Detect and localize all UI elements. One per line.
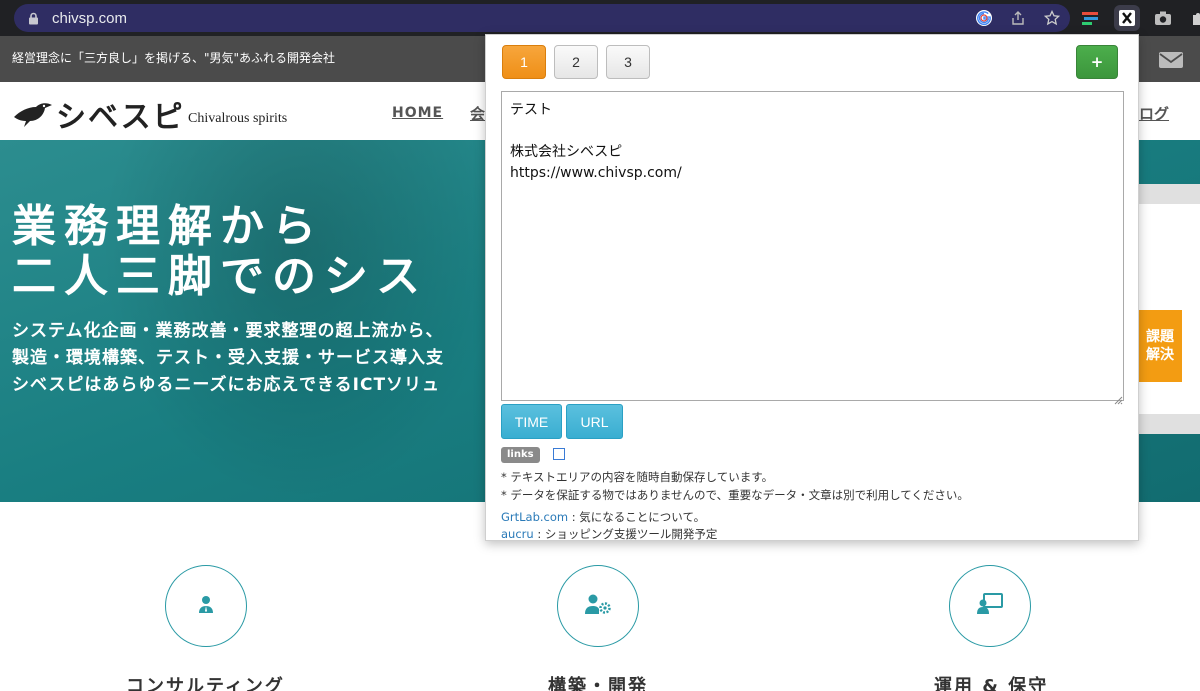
consulting-circle[interactable]: [165, 565, 247, 647]
nav-company[interactable]: 会: [470, 103, 485, 124]
logo-japanese[interactable]: シベスピ: [56, 92, 185, 136]
aucru-desc: : ショッピング支援ツール開発予定: [533, 527, 718, 541]
user-gear-icon: [584, 593, 612, 619]
tab-1[interactable]: 1: [502, 45, 546, 79]
autosave-note: * テキストエリアの内容を随時自動保存しています。: [501, 470, 774, 484]
nav-blog[interactable]: ログ: [1139, 103, 1169, 124]
aucru-link-line: aucru : ショッピング支援ツール開発予定: [501, 526, 717, 542]
url-text[interactable]: chivsp.com: [52, 10, 127, 27]
service-title-development: 構築・開発: [548, 676, 648, 691]
links-checkbox[interactable]: [553, 448, 565, 460]
resize-handle-icon[interactable]: [1113, 390, 1137, 539]
monitor-user-icon: [976, 593, 1004, 619]
mail-icon[interactable]: [1158, 50, 1184, 74]
insert-time-button[interactable]: TIME: [501, 404, 562, 439]
grtlab-link-line: GrtLab.com : 気になることについて。: [501, 509, 705, 525]
logo-english[interactable]: Chivalrous spirits: [188, 111, 287, 127]
star-icon[interactable]: [1042, 8, 1062, 28]
hero-title-line2: 二人三脚でのシス: [12, 251, 428, 302]
monitor-screen: [1136, 204, 1200, 414]
browser-toolbar: chivsp.com: [0, 0, 1200, 36]
memo-extension-popup: 1 2 3 + テスト 株式会社シベスピ https://www.chivsp.…: [485, 34, 1139, 541]
address-bar[interactable]: chivsp.com: [14, 4, 1070, 32]
service-title-consulting: コンサルティング: [126, 676, 285, 691]
memo-textarea[interactable]: テスト 株式会社シベスピ https://www.chivsp.com/: [501, 91, 1124, 401]
operation-circle[interactable]: [949, 565, 1031, 647]
hero-text-line1: システム化企画・業務改善・要求整理の超上流から、: [12, 321, 444, 341]
consultant-icon: [196, 594, 216, 618]
puzzle-icon[interactable]: [1186, 5, 1200, 31]
site-tagline: 経営理念に「三方良し」を掲げる、"男気"あふれる開発会社: [12, 51, 336, 65]
hero-title: 業務理解から 二人三脚でのシス: [12, 202, 428, 302]
nav-home[interactable]: HOME: [392, 105, 443, 121]
hero-title-line1: 業務理解から: [12, 201, 324, 252]
hero-text: システム化企画・業務改善・要求整理の超上流から、 製造・環境構築、テスト・受入支…: [12, 318, 444, 399]
development-circle[interactable]: [557, 565, 639, 647]
tab-3[interactable]: 3: [606, 45, 650, 79]
google-icon[interactable]: [974, 8, 994, 28]
hero-text-line3: シベスピはあらゆるニーズにお応えできるICTソリュ: [12, 375, 441, 395]
disclaimer-note: * データを保証する物ではありませんので、重要なデータ・文章は別で利用してくださ…: [501, 488, 969, 502]
add-tab-button[interactable]: +: [1076, 45, 1118, 79]
problem-solving-badge: 課題 解決: [1138, 310, 1182, 382]
extension-x-icon[interactable]: [1114, 5, 1140, 31]
crow-logo-icon[interactable]: [12, 97, 54, 133]
share-icon[interactable]: [1008, 8, 1028, 28]
camera-icon[interactable]: [1150, 5, 1176, 31]
links-badge: links: [501, 447, 540, 463]
insert-url-button[interactable]: URL: [566, 404, 623, 439]
tab-2[interactable]: 2: [554, 45, 598, 79]
hero-text-line2: 製造・環境構築、テスト・受入支援・サービス導入支: [12, 348, 444, 368]
service-title-operation: 運用 & 保守: [934, 676, 1049, 691]
grtlab-desc: : 気になることについて。: [568, 510, 706, 524]
lock-icon[interactable]: [26, 11, 40, 25]
extension-a-icon[interactable]: [1078, 5, 1104, 31]
aucru-link[interactable]: aucru: [501, 527, 534, 541]
grtlab-link[interactable]: GrtLab.com: [501, 510, 568, 524]
